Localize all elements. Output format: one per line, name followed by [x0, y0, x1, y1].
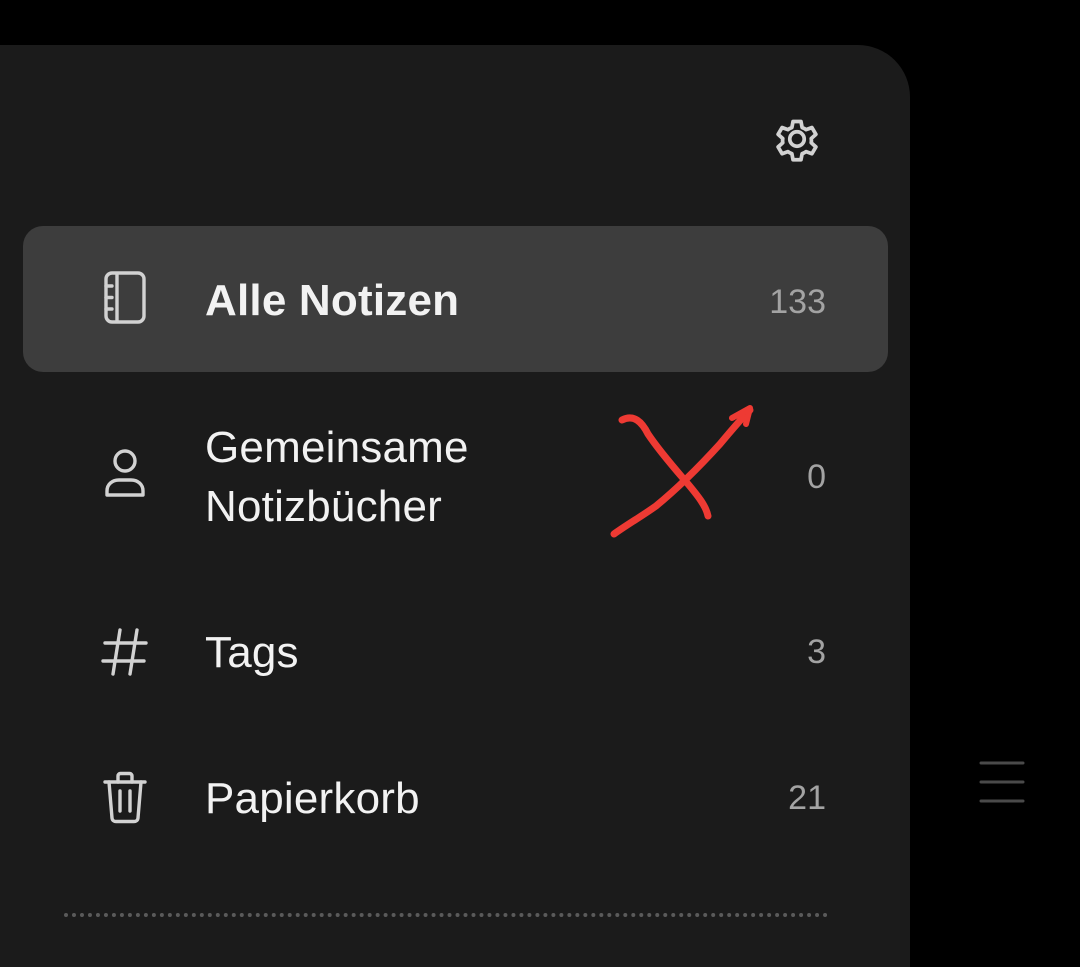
hamburger-menu-icon[interactable] [978, 760, 1026, 806]
nav-item-count: 133 [769, 283, 826, 321]
notebook-icon [97, 270, 153, 326]
nav-item-label: Papierkorb [205, 774, 420, 823]
hashtag-icon [97, 624, 153, 680]
trash-icon [97, 770, 153, 826]
nav-item-shared-notebooks[interactable]: Gemeinsame Notizbücher 0 [23, 400, 888, 560]
person-icon [97, 446, 153, 502]
section-divider [64, 913, 828, 917]
nav-item-label-line-2: Notizbücher [205, 482, 442, 531]
screen: Alle Notizen 133 Gemeinsame Notizbücher … [0, 0, 1080, 967]
nav-item-label: Alle Notizen [205, 276, 460, 325]
gear-icon [776, 119, 818, 162]
nav-item-trash[interactable]: Papierkorb 21 [23, 726, 888, 872]
settings-button[interactable] [766, 108, 828, 170]
nav-item-count: 3 [807, 633, 826, 671]
nav-item-label: Tags [205, 628, 299, 677]
nav-item-all-notes[interactable]: Alle Notizen 133 [23, 226, 888, 372]
nav-item-count: 21 [788, 779, 826, 817]
nav-item-tags[interactable]: Tags 3 [23, 580, 888, 726]
nav-item-label-line-1: Gemeinsame [205, 423, 469, 472]
nav-item-count: 0 [807, 458, 826, 496]
